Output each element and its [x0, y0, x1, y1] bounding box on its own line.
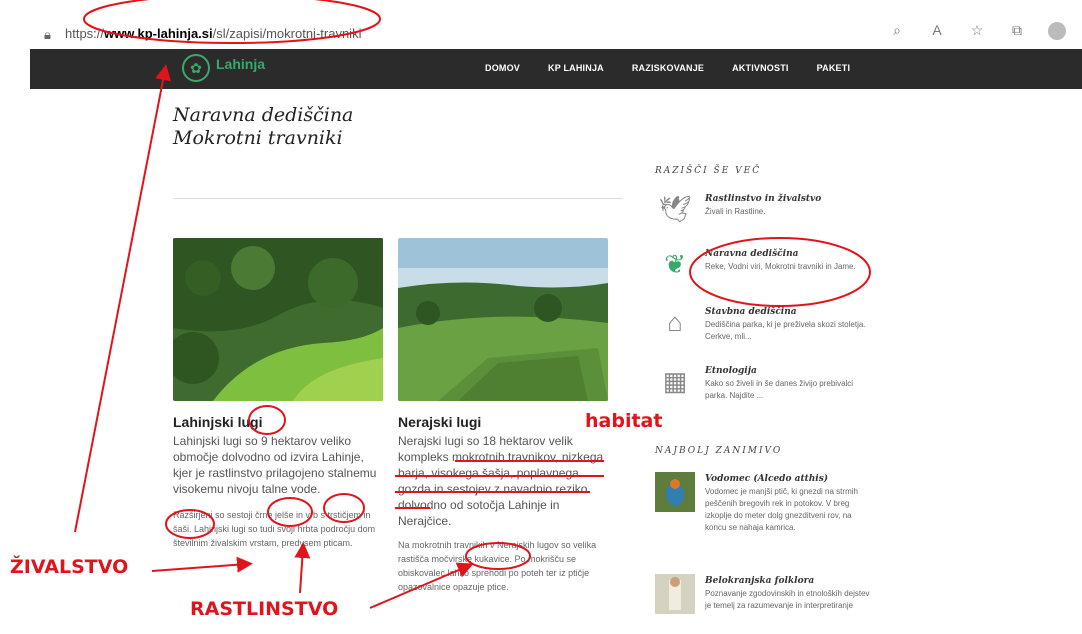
- browser-toolbar: ⌕ A ☆ ⧉: [888, 22, 1066, 43]
- card-text-lahinjski-lugi: Razširjeni so sestoji črne jelše in vrb …: [173, 510, 376, 548]
- sidebar-item-desc: Kako so živeli in še danes živijo prebiv…: [705, 379, 854, 400]
- lock-icon: 🔒︎: [44, 27, 51, 42]
- sidebar-item-naravna-dediscina[interactable]: ❦ Naravna dediščina Reke, Vodni viri, Mo…: [655, 249, 885, 299]
- sidebar-item-title: Stavbna dediščina: [705, 307, 797, 317]
- sidebar-heading-featured: NAJBOLJ ZANIMIVO: [655, 446, 783, 456]
- sidebar-item-rastlinstvo[interactable]: 🕊︎ Rastlinstvo in živalstvo Živali in Ra…: [655, 194, 885, 234]
- leaf-icon: ❦: [664, 249, 686, 279]
- sidebar-item-desc: Reke, Vodni viri, Mokrotni travniki in J…: [705, 262, 856, 271]
- card-text-nerajski-lugi: Na mokrotnih travnikih v Nerajskih lugov…: [398, 540, 597, 592]
- kingfisher-thumbnail[interactable]: [655, 472, 695, 512]
- page-title: Naravna dediščina Mokrotni travniki: [173, 104, 353, 150]
- sidebar-item-title: Etnologija: [705, 366, 757, 376]
- zoom-icon[interactable]: ⌕: [888, 22, 906, 43]
- featured-desc: Poznavanje zgodovinskih in etnoloških de…: [705, 589, 870, 610]
- url-field[interactable]: https://www.kp-lahinja.si/sl/zapisi/mokr…: [65, 26, 361, 41]
- annotation-rastlinstvo: RASTLINSTVO: [190, 598, 339, 620]
- bird-icon: 🕊︎: [658, 194, 692, 224]
- logo-text: Lahinja: [216, 56, 266, 72]
- arrow-rastlinstvo-1: [294, 542, 311, 594]
- card-lead-lahinjski-lugi: Lahinjski lugi so 9 hektarov veliko obmo…: [173, 434, 377, 496]
- basket-icon: ▦: [662, 366, 688, 396]
- profile-avatar[interactable]: [1048, 22, 1066, 43]
- page-title-line1: Naravna dediščina: [173, 104, 354, 126]
- url-host: www.kp-lahinja.si: [104, 26, 213, 41]
- sidebar-item-desc: Dediščina parka, ki je preživela skozi s…: [705, 320, 866, 341]
- card-image-nerajski-lugi[interactable]: [398, 238, 608, 401]
- main-menu: DOMOV KP LAHINJA RAZISKOVANJE AKTIVNOSTI…: [485, 63, 850, 73]
- menu-item-kp-lahinja[interactable]: KP LAHINJA: [548, 63, 604, 73]
- menu-item-paketi[interactable]: PAKETI: [817, 63, 851, 73]
- sidebar-item-title: Naravna dediščina: [705, 249, 799, 259]
- menu-item-domov[interactable]: DOMOV: [485, 63, 520, 73]
- card-lead-nerajski-lugi: Nerajski lugi so 18 hektarov velik kompl…: [398, 434, 604, 528]
- sidebar-item-title: Rastlinstvo in živalstvo: [705, 194, 822, 204]
- annotation-habitat: habitat: [585, 410, 663, 432]
- collections-icon[interactable]: ⧉: [1008, 22, 1026, 43]
- featured-desc: Vodomec je manjši ptič, ki gnezdi na str…: [705, 487, 858, 532]
- browser-address-bar[interactable]: 🔒︎ https://www.kp-lahinja.si/sl/zapisi/m…: [0, 0, 1082, 48]
- logo-mark-icon: ✿: [182, 54, 210, 82]
- hands-icon: ⌂: [667, 307, 683, 337]
- arrow-zivalstvo: [151, 556, 253, 573]
- card-title-nerajski-lugi[interactable]: Nerajski lugi: [398, 414, 481, 430]
- card-title-lahinjski-lugi[interactable]: Lahinjski lugi: [173, 414, 262, 430]
- arrow-to-logo: [74, 64, 171, 533]
- featured-title: Vodomec (Alcedo atthis): [705, 474, 829, 484]
- site-navbar: ✿ Lahinja DOMOV KP LAHINJA RAZISKOVANJE …: [30, 49, 1082, 89]
- url-prefix: https://: [65, 26, 105, 41]
- sidebar-item-desc: Živali in Rastline.: [705, 207, 766, 216]
- menu-item-raziskovanje[interactable]: RAZISKOVANJE: [632, 63, 704, 73]
- favorite-star-icon[interactable]: ☆: [968, 22, 986, 43]
- annotation-zivalstvo: ŽIVALSTVO: [10, 556, 129, 578]
- sidebar-heading-explore: RAZIŠČI ŠE VEČ: [655, 166, 762, 176]
- sidebar-item-stavbna-dediscina[interactable]: ⌂ Stavbna dediščina Dediščina parka, ki …: [655, 307, 885, 357]
- sidebar-item-etnologija[interactable]: ▦ Etnologija Kako so živeli in še danes …: [655, 366, 885, 416]
- featured-title: Belokranjska folklora: [705, 576, 815, 586]
- read-aloud-icon[interactable]: A: [928, 22, 946, 43]
- folklore-thumbnail[interactable]: [655, 574, 695, 614]
- card-image-lahinjski-lugi[interactable]: [173, 238, 383, 401]
- divider: [173, 198, 623, 199]
- page-title-line2: Mokrotni travniki: [173, 127, 343, 149]
- menu-item-aktivnosti[interactable]: AKTIVNOSTI: [732, 63, 789, 73]
- site-logo[interactable]: ✿ Lahinja: [182, 54, 265, 82]
- url-path: /sl/zapisi/mokrotni-travniki: [212, 26, 362, 41]
